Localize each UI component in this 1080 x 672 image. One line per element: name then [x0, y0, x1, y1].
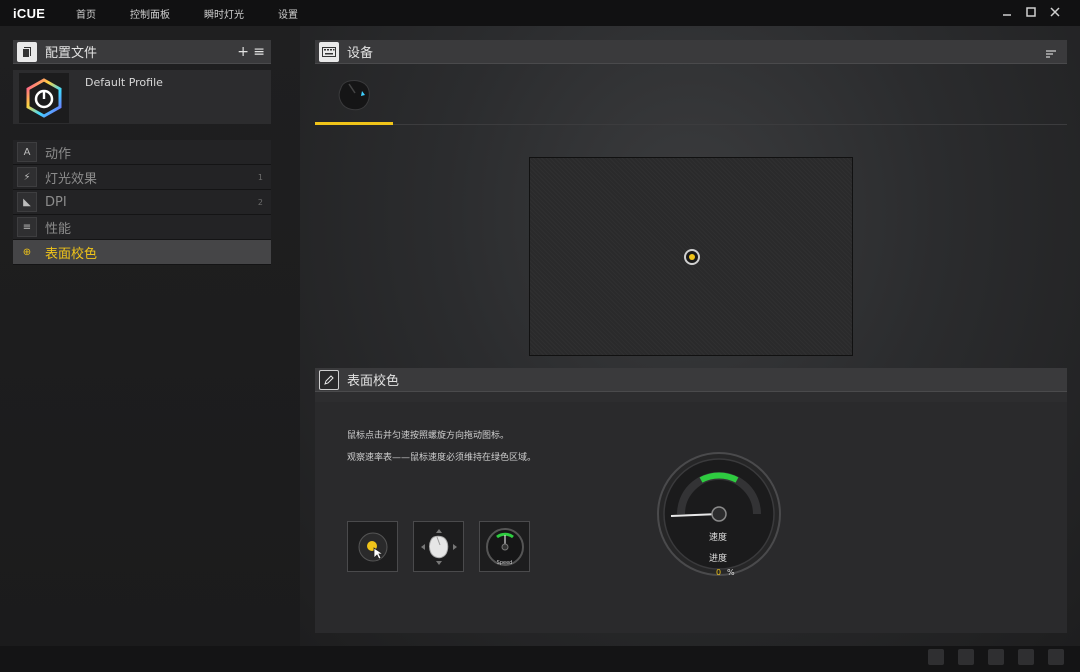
nav-settings[interactable]: 设置: [278, 6, 298, 21]
devices-header: 设备: [315, 40, 1067, 64]
close-icon[interactable]: [1048, 5, 1062, 19]
keyboard-icon: [319, 41, 339, 62]
device-tab-mouse[interactable]: [315, 65, 393, 125]
sort-icon[interactable]: [1045, 45, 1057, 64]
social-icons: [928, 649, 1064, 665]
actions-icon: A: [17, 142, 37, 162]
minimize-icon[interactable]: [1000, 5, 1014, 19]
nav-dashboard[interactable]: 控制面板: [130, 6, 170, 21]
status-bar: [0, 646, 1080, 672]
instruction-2: 观察速率表——鼠标速度必须维持在绿色区域。: [347, 453, 537, 463]
chat-icon[interactable]: [958, 649, 974, 665]
calibration-header: 表面校色: [315, 368, 1067, 392]
menu-item-count: 2: [257, 197, 263, 207]
drag-handle[interactable]: [684, 249, 700, 265]
profile-logo: [19, 73, 69, 123]
menu-item-label: 表面校色: [45, 246, 98, 262]
calibration-body: 鼠标点击并匀速按照螺旋方向拖动图标。 观察速率表——鼠标速度必须维持在绿色区域。: [315, 402, 1067, 633]
window-controls: [1000, 5, 1062, 19]
device-tabs: [315, 65, 1067, 125]
mouse-device-icon: [338, 79, 370, 110]
menu-item-label: DPI: [45, 194, 67, 210]
menu-item-count: 1: [257, 172, 263, 182]
speed-gauge: 速度 进度 0 %: [655, 450, 783, 578]
edit-icon: [319, 369, 339, 390]
add-profile-button[interactable]: +: [237, 44, 249, 60]
nav-home[interactable]: 首页: [76, 6, 96, 21]
menu-item-label: 性能: [45, 221, 72, 237]
cursor-icon: ◣: [17, 192, 37, 212]
progress-value: 0: [716, 568, 722, 577]
right-panel: 设备 表面校色 鼠标点击并匀速按照螺旋方向拖动图标。 观察速率表——鼠标速度必须…: [300, 26, 1080, 646]
calibration-panel: 表面校色 鼠标点击并匀速按照螺旋方向拖动图标。 观察速率表——鼠标速度必须维持在…: [315, 368, 1067, 633]
click-dot-icon: [358, 532, 387, 561]
profiles-header: 配置文件 + ≡: [13, 40, 271, 64]
gauge-progress-label: 进度: [709, 554, 728, 564]
menu-item-performance[interactable]: ≡ 性能: [13, 215, 271, 240]
gauge-speed-label: 速度: [709, 533, 728, 543]
menu-item-label: 灯光效果: [45, 171, 98, 187]
step-click-tile: [347, 521, 398, 572]
title-bar: iCUE 首页 控制面板 瞬时灯光 设置: [0, 0, 1080, 26]
left-panel: 配置文件 + ≡ Default Profile A 动作 ⚡ 灯光效果 1 ◣…: [0, 26, 300, 646]
step-move-tile: [413, 521, 464, 572]
progress-unit: %: [727, 568, 735, 577]
calibration-title: 表面校色: [347, 374, 400, 389]
profile-card[interactable]: Default Profile: [13, 70, 271, 124]
profile-menu-button[interactable]: ≡: [253, 44, 265, 60]
sliders-icon: ≡: [17, 217, 37, 237]
top-nav: 首页 控制面板 瞬时灯光 设置: [76, 6, 332, 21]
mouse-move-icon: [420, 528, 457, 565]
speed-tile-label: Speed: [496, 560, 513, 566]
instruction-1: 鼠标点击并匀速按照螺旋方向拖动图标。: [347, 431, 510, 441]
devices-title: 设备: [347, 46, 374, 61]
menu-item-surface-calibration[interactable]: ⊕ 表面校色: [13, 240, 271, 265]
maximize-icon[interactable]: [1024, 5, 1038, 19]
device-settings-menu: A 动作 ⚡ 灯光效果 1 ◣ DPI 2 ≡ 性能 ⊕ 表面校色: [13, 140, 271, 265]
menu-item-actions[interactable]: A 动作: [13, 140, 271, 165]
forum-icon[interactable]: [1048, 649, 1064, 665]
menu-item-lighting-effects[interactable]: ⚡ 灯光效果 1: [13, 165, 271, 190]
step-speed-tile: Speed: [479, 521, 530, 572]
facebook-icon[interactable]: [1018, 649, 1034, 665]
app-logo: iCUE: [13, 5, 46, 21]
nav-instant-lighting[interactable]: 瞬时灯光: [204, 6, 244, 21]
calibration-surface[interactable]: [529, 157, 853, 356]
profile-name: Default Profile: [85, 76, 163, 89]
share-icon[interactable]: [928, 649, 944, 665]
lightning-icon: ⚡: [17, 167, 37, 187]
menu-item-label: 动作: [45, 146, 72, 162]
twitter-icon[interactable]: [988, 649, 1004, 665]
profiles-icon: [17, 41, 37, 62]
crosshair-icon: ⊕: [17, 242, 37, 262]
profiles-title: 配置文件: [45, 46, 98, 61]
icue-hexagon-icon: [26, 78, 62, 118]
menu-item-dpi[interactable]: ◣ DPI 2: [13, 190, 271, 215]
